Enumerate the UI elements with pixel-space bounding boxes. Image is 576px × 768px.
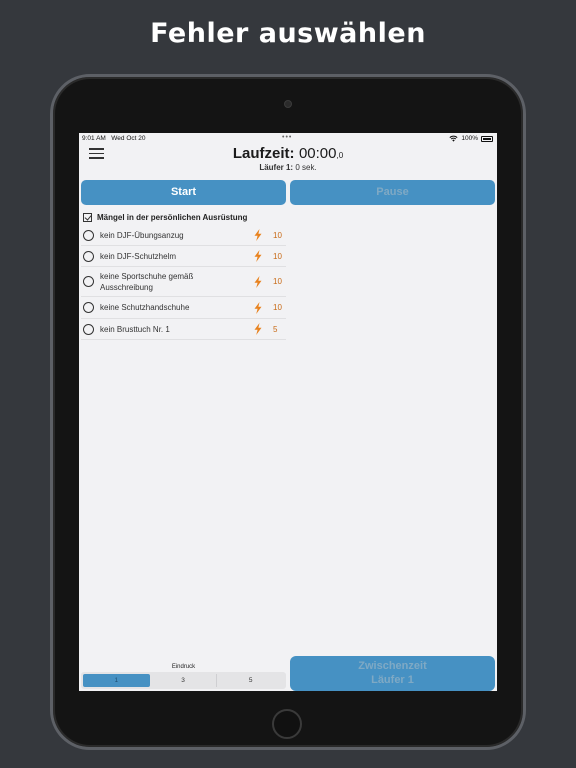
list-item[interactable]: keine Schutzhandschuhe 10 <box>81 297 286 319</box>
radio-button[interactable] <box>83 229 94 241</box>
start-button[interactable]: Start <box>81 180 286 205</box>
list-item[interactable]: kein DJF-Schutzhelm 10 <box>81 246 286 267</box>
lightning-icon <box>254 275 262 288</box>
impression-segmented-control[interactable]: 1 3 5 <box>81 672 286 689</box>
multitask-dots[interactable]: ••• <box>282 134 292 141</box>
list-item[interactable]: keine Sportschuhe gemäß Ausschreibung 10 <box>81 267 286 297</box>
runner-label: Läufer 1: <box>259 163 294 172</box>
lightning-icon <box>254 229 262 241</box>
runner-value: 0 sek. <box>295 163 317 172</box>
list-item[interactable]: kein Brusttuch Nr. 1 5 <box>81 319 286 340</box>
app-screen: 9:01 AM Wed Oct 20 ••• 100% Laufzeit: 00… <box>79 133 497 691</box>
status-bar: 9:01 AM Wed Oct 20 ••• 100% <box>79 133 497 144</box>
runner-time: Läufer 1: 0 sek. <box>79 163 497 172</box>
item-points: 5 <box>273 324 278 334</box>
lightning-icon <box>254 301 262 314</box>
lightning-icon <box>254 250 262 262</box>
item-label: keine Schutzhandschuhe <box>100 303 190 312</box>
impression-label: Eindruck <box>171 664 196 670</box>
lightning-icon <box>254 323 262 335</box>
item-points: 10 <box>273 230 282 240</box>
pause-button[interactable]: Pause <box>290 180 495 205</box>
item-label: kein DJF-Schutzhelm <box>100 251 177 261</box>
wifi-icon <box>449 135 458 142</box>
item-label: kein DJF-Übungsanzug <box>100 230 184 240</box>
battery-icon <box>481 135 493 142</box>
impression-option-3[interactable]: 3 <box>150 674 218 687</box>
item-label: keine Sportschuhe gemäß Ausschreibung <box>100 271 194 292</box>
runtime-fraction: ,0 <box>336 151 344 160</box>
runtime-display: Laufzeit: 00:00,0 <box>79 145 497 163</box>
section-checkbox[interactable] <box>83 212 92 222</box>
item-points: 10 <box>273 303 282 312</box>
radio-button[interactable] <box>83 302 94 313</box>
section-header[interactable]: Mängel in der persönlichen Ausrüstung <box>81 209 286 225</box>
item-points: 10 <box>273 251 282 261</box>
item-points: 10 <box>273 277 282 286</box>
split-time-label: Zwischenzeit <box>358 660 427 672</box>
home-button[interactable] <box>272 709 302 739</box>
list-item[interactable]: kein DJF-Übungsanzug 10 <box>81 225 286 246</box>
radio-button[interactable] <box>83 276 94 287</box>
camera-dot <box>284 100 292 108</box>
radio-button[interactable] <box>83 250 94 262</box>
item-label: kein Brusttuch Nr. 1 <box>100 324 170 334</box>
status-time: 9:01 AM Wed Oct 20 <box>82 135 146 142</box>
split-runner-label: Läufer 1 <box>371 674 414 686</box>
impression-option-1[interactable]: 1 <box>83 674 150 687</box>
impression-option-5[interactable]: 5 <box>217 674 284 687</box>
runtime-label: Laufzeit: <box>232 145 295 162</box>
radio-button[interactable] <box>83 323 94 335</box>
promo-headline: Fehler auswählen <box>150 18 426 49</box>
split-time-button[interactable]: Zwischenzeit Läufer 1 <box>290 656 495 691</box>
section-title: Mängel in der persönlichen Ausrüstung <box>97 212 248 222</box>
fault-list: Mängel in der persönlichen Ausrüstung ke… <box>81 209 286 340</box>
battery-percent: 100% <box>461 135 478 142</box>
runtime-value: 00:00 <box>298 145 337 162</box>
